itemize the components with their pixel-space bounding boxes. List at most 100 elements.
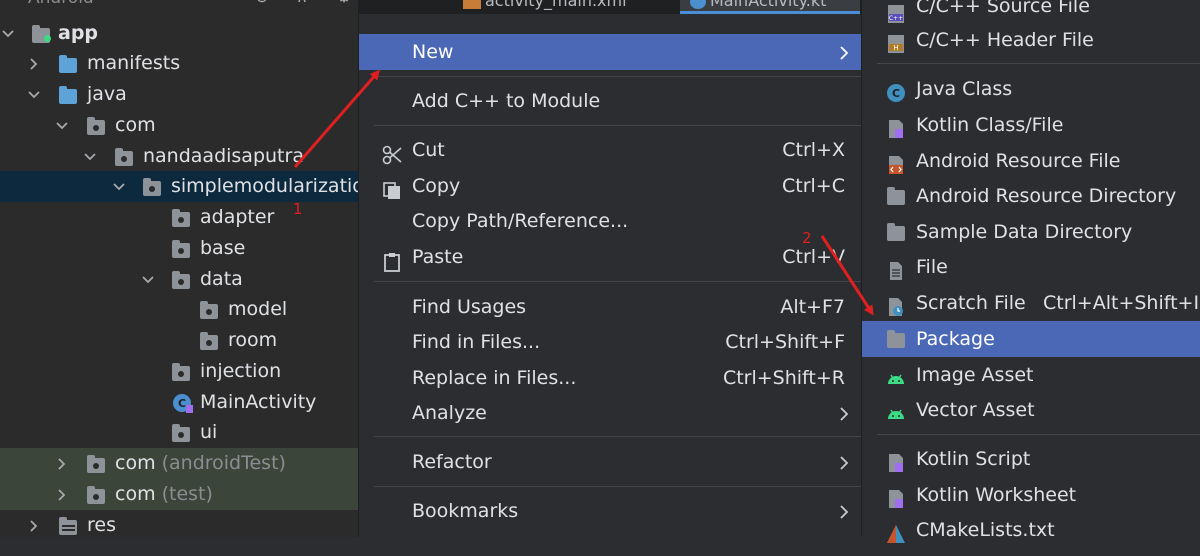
menu-item-shortcut: Alt+F7 [780, 296, 845, 318]
submenu-item-kotlin-script[interactable]: Kotlin Script [862, 441, 1200, 477]
menu-item-label: Bookmarks [412, 500, 519, 522]
tree-row-injection[interactable]: injection [0, 356, 358, 387]
submenu-item-shortcut: Ctrl+Alt+Shift+Ins [1043, 292, 1200, 314]
chevron-down-icon[interactable] [0, 18, 18, 49]
tree-row-com-test[interactable]: com (test) [0, 479, 358, 510]
submenu-item-cmakelists[interactable]: CMakeLists.txt [862, 512, 1200, 548]
chevron-right-icon [839, 395, 849, 431]
tree-row-manifests[interactable]: manifests [0, 48, 358, 79]
tree-label-suffix: (test) [161, 483, 213, 505]
svg-text:C++: C++ [889, 15, 903, 22]
chevron-down-icon[interactable] [109, 171, 129, 202]
menu-separator [877, 63, 1200, 64]
chevron-right-icon[interactable] [24, 510, 44, 537]
chevron-right-icon [839, 493, 849, 529]
submenu-item-image-asset[interactable]: Image Asset [862, 357, 1200, 393]
menu-item-analyze[interactable]: Analyze [374, 395, 861, 431]
submenu-item-java-class[interactable]: C Java Class [862, 71, 1200, 107]
menu-item-copy-path[interactable]: Copy Path/Reference... [374, 203, 861, 239]
menu-item-find-usages[interactable]: Find Usages Alt+F7 [374, 289, 861, 325]
submenu-item-label: Java Class [916, 78, 1013, 100]
java-class-icon: C [886, 79, 906, 102]
menu-item-label: Add C++ to Module [412, 90, 601, 112]
menu-item-bookmarks[interactable]: Bookmarks [374, 493, 861, 529]
menu-item-cut[interactable]: Cut Ctrl+X [374, 132, 861, 168]
copy-icon [382, 177, 402, 199]
kotlin-script-icon [886, 449, 906, 472]
submenu-item-package[interactable]: Package [862, 321, 1200, 357]
target-icon[interactable]: ⊕ [252, 0, 272, 6]
package-icon [172, 271, 192, 289]
chevron-down-icon[interactable] [52, 110, 72, 141]
tab-activity-main[interactable]: activity_main.xml [463, 0, 627, 11]
tree-label: ui [200, 421, 218, 443]
tree-row-app[interactable]: app [0, 18, 358, 49]
submenu-item-label: Package [916, 328, 995, 350]
submenu-item-vector-asset[interactable]: Vector Asset [862, 392, 1200, 428]
chevron-down-icon[interactable] [138, 264, 158, 295]
tree-row-ui[interactable]: ui [0, 417, 358, 448]
tree-row-data[interactable]: data [0, 264, 358, 295]
resources-folder-icon [59, 517, 79, 535]
tab-label: MainActivity.kt [710, 0, 827, 10]
tree-label: com [115, 114, 156, 136]
submenu-item-cpp-header[interactable]: H C/C++ Header File [862, 22, 1200, 58]
tree-row-res[interactable]: res [0, 510, 358, 537]
context-menu: New Add C++ to Module Cut Ctrl+X Copy Ct… [358, 14, 861, 537]
menu-separator [374, 281, 861, 282]
package-folder-icon [886, 329, 906, 349]
tree-label: simplemodularization [171, 175, 358, 197]
menu-item-label: Find Usages [412, 296, 527, 318]
chevron-right-icon[interactable] [52, 479, 72, 510]
chevron-down-icon[interactable] [24, 79, 44, 110]
submenu-item-cpp-source[interactable]: C++ C/C++ Source File [862, 0, 1200, 24]
tree-row-com[interactable]: com [0, 110, 358, 141]
menu-item-replace-in-files[interactable]: Replace in Files... Ctrl+Shift+R [374, 360, 861, 396]
submenu-item-label: Scratch File [916, 292, 1026, 314]
submenu-item-label: C/C++ Header File [916, 29, 1094, 51]
chevron-down-icon[interactable] [80, 141, 100, 172]
tree-row-simplemodularization[interactable]: simplemodularization [0, 171, 358, 202]
module-folder-icon [32, 25, 52, 43]
chevron-right-icon [839, 34, 849, 70]
tree-row-com-androidtest[interactable]: com (androidTest) [0, 448, 358, 479]
menu-item-new[interactable]: New [359, 34, 861, 70]
menu-item-add-cpp[interactable]: Add C++ to Module [374, 83, 861, 119]
collapse-icon[interactable]: ⊼ [292, 0, 312, 6]
submenu-item-android-resource-directory[interactable]: Android Resource Directory [862, 178, 1200, 214]
menu-item-refactor[interactable]: Refactor [374, 444, 861, 480]
menu-item-label: Copy Path/Reference... [412, 210, 629, 232]
tab-mainactivity[interactable]: MainActivity.kt [680, 0, 860, 14]
tree-row-room[interactable]: room [0, 325, 358, 356]
submenu-item-label: Android Resource File [916, 150, 1121, 172]
tree-row-mainactivity[interactable]: C MainActivity [0, 387, 358, 418]
tree-row-java[interactable]: java [0, 79, 358, 110]
menu-item-copy[interactable]: Copy Ctrl+C [374, 168, 861, 204]
menu-item-label: Analyze [412, 402, 487, 424]
chevron-right-icon[interactable] [24, 48, 44, 79]
submenu-item-kotlin-file[interactable]: Kotlin Class/File [862, 107, 1200, 143]
menu-separator [374, 486, 861, 487]
menu-separator [374, 76, 861, 77]
submenu-item-android-resource-file[interactable]: Android Resource File [862, 143, 1200, 179]
kotlin-class-icon: C [172, 392, 193, 413]
submenu-item-sample-data-directory[interactable]: Sample Data Directory [862, 214, 1200, 250]
menu-item-paste[interactable]: Paste Ctrl+V [374, 239, 861, 275]
submenu-item-scratch-file[interactable]: Scratch File Ctrl+Alt+Shift+Ins [862, 285, 1200, 321]
chevron-right-icon[interactable] [52, 448, 72, 479]
menu-item-find-in-files[interactable]: Find in Files... Ctrl+Shift+F [374, 324, 861, 360]
submenu-item-kotlin-worksheet[interactable]: Kotlin Worksheet [862, 477, 1200, 513]
submenu-item-file[interactable]: File [862, 249, 1200, 285]
tree-label: model [228, 298, 288, 320]
tree-row-nandaadisaputra[interactable]: nandaadisaputra [0, 141, 358, 172]
menu-item-label: Copy [412, 175, 461, 197]
tree-label-suffix: (androidTest) [161, 452, 286, 474]
menu-item-shortcut: Ctrl+X [782, 139, 845, 161]
scratch-file-icon [886, 293, 906, 316]
tree-row-model[interactable]: model [0, 294, 358, 325]
submenu-item-label: C/C++ Source File [916, 0, 1090, 17]
tree-row-adapter[interactable]: adapter [0, 202, 358, 233]
tree-label: com (androidTest) [115, 448, 286, 479]
tree-row-base[interactable]: base [0, 233, 358, 264]
settings-icon[interactable]: ⚙ [334, 0, 354, 6]
